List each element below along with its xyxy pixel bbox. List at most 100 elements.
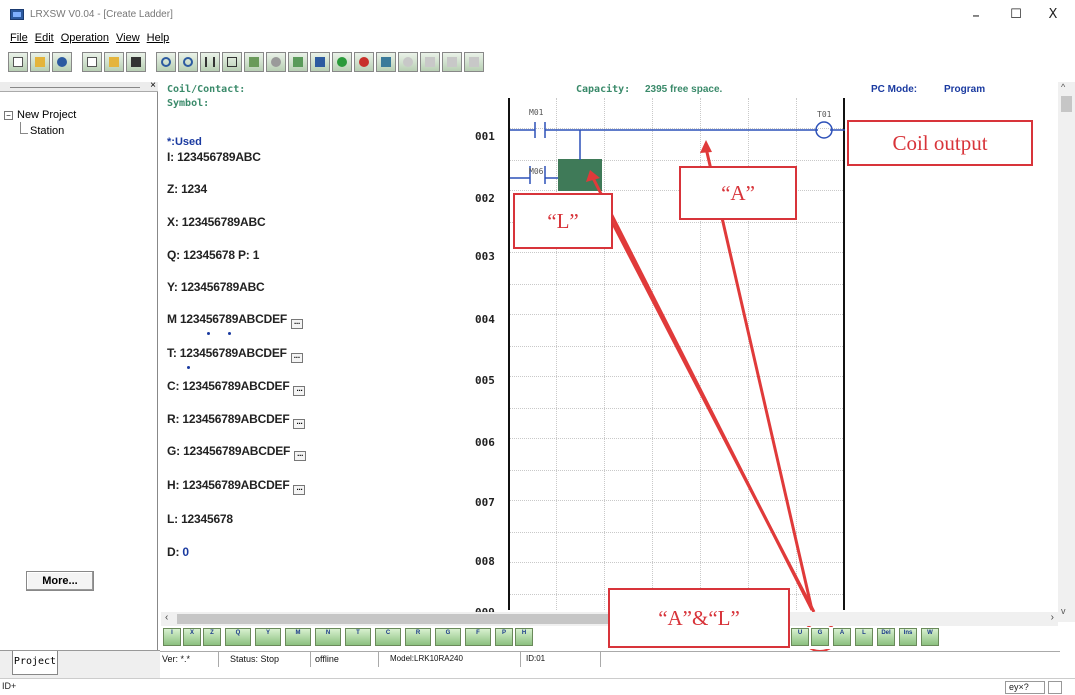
instr-button[interactable]: I [163,628,181,646]
pc-mode-value: Program [944,84,986,95]
instr-button[interactable]: P [495,628,513,646]
symbol-row-x: X: 123456789ABC [167,215,266,229]
pc-mode-label: PC Mode: [871,84,918,95]
instr-button[interactable]: W [921,628,939,646]
disabled-icon-3 [442,52,462,72]
insert-button[interactable]: Ins [899,628,917,646]
app-icon [10,9,24,20]
menu-operation[interactable]: Operation [61,32,109,50]
instr-button[interactable]: U [791,628,809,646]
status-connection: offline [315,654,339,664]
symbol-label: Symbol: [167,98,210,109]
status-model: Model:LRK10RA240 [390,654,463,663]
instr-button[interactable]: G [435,628,461,646]
coil-output-callout: Coil output [847,120,1033,166]
rung-number: 004 [475,313,495,326]
disabled-icon-4 [464,52,484,72]
new-file-icon[interactable] [82,52,102,72]
symbol-panel: Coil/Contact: Symbol: *:Used I: 12345678… [161,82,508,612]
simulate-icon[interactable] [266,52,286,72]
symbol-row-c: C: 123456789ABCDEF... [167,379,306,396]
instr-button[interactable]: Y [255,628,281,646]
tab-project[interactable]: Project [12,651,58,675]
undo-icon[interactable] [156,52,176,72]
status-bar: Ver: *.* Status: Stop offline Model:LRK1… [160,651,1060,667]
menu-file[interactable]: File [10,32,28,50]
compare-icon[interactable] [310,52,330,72]
r-more-button[interactable]: ... [293,418,306,429]
instr-button[interactable]: R [405,628,431,646]
ladder-icon[interactable] [200,52,220,72]
instr-button[interactable]: C [375,628,401,646]
disabled-icon-2 [420,52,440,72]
clock-icon[interactable] [376,52,396,72]
instr-button[interactable]: Z [203,628,221,646]
t-more-button[interactable]: ... [290,352,303,363]
a-callout: “A” [679,166,797,220]
scroll-down-icon[interactable]: v [1061,606,1066,616]
symbol-row-i: I: 123456789ABC [167,150,261,164]
instr-button[interactable]: H [515,628,533,646]
delete-button[interactable]: Del [877,628,895,646]
instr-button[interactable]: M [285,628,311,646]
rung-number: 005 [475,374,495,387]
g-more-button[interactable]: ... [294,450,307,461]
h-more-button[interactable]: ... [293,484,306,495]
rung-number: 003 [475,250,495,263]
run-icon[interactable] [332,52,352,72]
contact-label: M06 [529,167,544,176]
instr-button[interactable]: F [465,628,491,646]
c-more-button[interactable]: ... [293,385,306,396]
symbol-row-t: T: 123456789ABCDEF... [167,346,303,363]
instr-button[interactable]: G [811,628,829,646]
redo-icon[interactable] [178,52,198,72]
symbol-row-d: D: 0 [167,545,189,559]
symbol-row-y: Y: 123456789ABC [167,280,265,294]
a-and-l-callout: “A”&“L” [608,588,790,648]
instr-button[interactable]: T [345,628,371,646]
collapse-icon[interactable]: − [4,111,13,120]
help-icon[interactable] [52,52,72,72]
minimize-button[interactable]: – [961,4,991,26]
vertical-scrollbar[interactable]: ^ v [1058,82,1075,622]
scroll-up-icon[interactable]: ^ [1061,82,1065,92]
symbol-row-z: Z: 1234 [167,182,207,196]
m-more-button[interactable]: ... [291,318,304,329]
used-legend: *:Used [167,136,202,148]
open-icon[interactable] [30,52,50,72]
symbol-row-g: G: 123456789ABCDEF... [167,444,307,461]
rung-number: 007 [475,496,495,509]
close-button[interactable]: X [1038,4,1068,26]
close-icon[interactable]: × [150,80,156,91]
symbol-row-r: R: 123456789ABCDEF... [167,412,306,429]
rung-number: 008 [475,555,495,568]
status-run-state: Status: Stop [230,654,280,664]
menu-help[interactable]: Help [147,32,170,50]
bottom-right-field: ey×? [1005,681,1045,694]
instr-button-a[interactable]: A [833,628,851,646]
scroll-left-icon[interactable]: ‹ [165,612,168,623]
tree-node-new-project[interactable]: New Project [17,109,76,121]
transfer-icon[interactable] [288,52,308,72]
more-button[interactable]: More... [26,571,94,591]
fbd-icon[interactable] [222,52,242,72]
monitor-icon[interactable] [244,52,264,72]
left-power-rail [508,98,510,610]
menu-edit[interactable]: Edit [35,32,54,50]
scroll-thumb[interactable] [1061,96,1072,112]
stop-icon[interactable] [354,52,374,72]
menu-view[interactable]: View [116,32,140,50]
open-folder-icon[interactable] [104,52,124,72]
coil-contact-label: Coil/Contact: [167,84,246,95]
main-toolbar [8,52,484,74]
instr-button[interactable]: Q [225,628,251,646]
new-icon[interactable] [8,52,28,72]
scroll-right-icon[interactable]: › [1051,612,1054,623]
instr-button[interactable]: X [183,628,201,646]
instr-button-l[interactable]: L [855,628,873,646]
tree-node-station[interactable]: Station [30,125,64,137]
maximize-button[interactable]: ☐ [1001,4,1031,26]
instr-button[interactable]: N [315,628,341,646]
save-icon[interactable] [126,52,146,72]
selected-cell[interactable] [558,159,602,191]
